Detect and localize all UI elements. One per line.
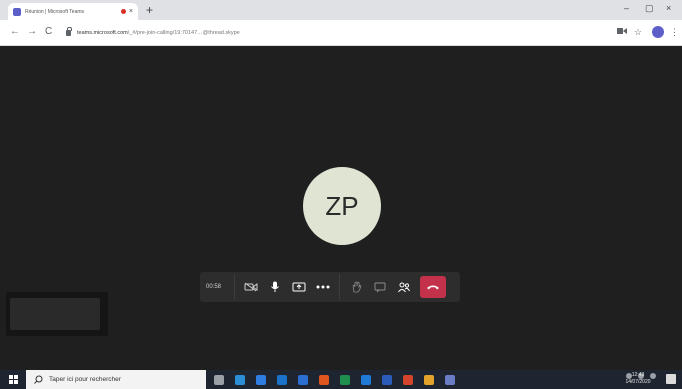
hang-up-icon <box>427 285 439 290</box>
powerpoint-icon[interactable] <box>403 374 413 385</box>
more-options-icon <box>316 285 330 289</box>
share-screen-icon <box>292 282 306 291</box>
participants-icon <box>398 282 410 292</box>
browser-tab-strip: Réunion | Microsoft Teams × + – ▢ × <box>0 0 682 20</box>
store-icon[interactable] <box>256 374 266 385</box>
bookmark-star-icon[interactable]: ☆ <box>634 26 642 38</box>
self-video-preview <box>6 292 108 336</box>
call-timer: 00:58 <box>206 284 222 290</box>
url-text: teams.microsoft.com/_#/pre-join-calling/… <box>77 30 240 36</box>
share-screen-button[interactable] <box>287 276 311 298</box>
divider <box>234 274 235 300</box>
tab-title: Réunion | Microsoft Teams <box>25 8 85 15</box>
avatar-initials: ZP <box>325 190 359 221</box>
microphone-icon <box>271 281 279 292</box>
outlook-icon[interactable] <box>361 374 371 385</box>
self-video-frame <box>10 298 100 330</box>
window-close-button[interactable]: × <box>666 3 671 13</box>
window-minimize-button[interactable]: – <box>624 3 629 13</box>
participants-button[interactable] <box>392 276 416 298</box>
windows-taskbar: Taper ici pour rechercher 12:43 14/07/20… <box>0 370 682 389</box>
more-options-button[interactable] <box>311 276 335 298</box>
raise-hand-button[interactable] <box>344 276 368 298</box>
new-tab-button[interactable]: + <box>146 2 153 18</box>
browser-menu-icon[interactable]: ⋮ <box>670 26 679 38</box>
call-controls-bar: 00:58 <box>200 272 460 302</box>
word-icon[interactable] <box>382 374 392 385</box>
address-bar[interactable]: teams.microsoft.com/_#/pre-join-calling/… <box>60 24 600 42</box>
browser-tab-teams[interactable]: Réunion | Microsoft Teams × <box>8 3 138 20</box>
excel-icon[interactable] <box>340 374 350 385</box>
browser-toolbar: ← → C teams.microsoft.com/_#/pre-join-ca… <box>0 20 682 46</box>
windows-logo-icon <box>8 375 18 384</box>
camera-permission-icon[interactable] <box>617 26 627 38</box>
tab-close-button[interactable]: × <box>129 8 133 15</box>
forward-button[interactable]: → <box>27 26 37 38</box>
edge-icon[interactable] <box>235 374 245 385</box>
camera-toggle-button[interactable] <box>239 276 263 298</box>
app-icon[interactable] <box>445 374 455 385</box>
search-icon <box>34 375 43 384</box>
divider <box>339 274 340 300</box>
taskbar-clock[interactable]: 12:43 14/07/2020 <box>618 372 658 386</box>
clock-date: 14/07/2020 <box>625 379 651 385</box>
video-off-icon <box>244 282 258 292</box>
lock-icon <box>66 27 72 36</box>
start-button[interactable] <box>0 375 26 384</box>
back-button[interactable]: ← <box>10 26 20 38</box>
taskbar-apps <box>214 374 455 385</box>
chat-button[interactable] <box>368 276 392 298</box>
chrome-icon[interactable] <box>424 374 434 385</box>
outlook-icon[interactable] <box>277 374 287 385</box>
raise-hand-icon <box>352 281 362 293</box>
profile-avatar[interactable] <box>652 26 664 38</box>
url-path: /_#/pre-join-calling/19:70147…@thread.sk… <box>127 30 240 36</box>
office-icon[interactable] <box>319 374 329 385</box>
chat-icon <box>374 282 386 292</box>
url-host: teams.microsoft.com <box>77 30 128 36</box>
meeting-stage: ZP 00:58 <box>0 46 682 370</box>
hang-up-button[interactable] <box>420 276 446 298</box>
reload-button[interactable]: C <box>45 26 52 38</box>
recording-dot-icon <box>120 9 126 14</box>
notification-center-icon[interactable] <box>666 374 676 384</box>
clock-time: 12:43 <box>631 372 645 378</box>
task-view-icon[interactable] <box>214 374 224 385</box>
microphone-toggle-button[interactable] <box>263 276 287 298</box>
participant-avatar: ZP <box>303 167 381 245</box>
mail-icon[interactable] <box>298 374 308 385</box>
teams-favicon-icon <box>13 7 21 16</box>
search-placeholder: Taper ici pour rechercher <box>49 376 121 383</box>
window-restore-button[interactable]: ▢ <box>645 3 654 14</box>
taskbar-search-box[interactable]: Taper ici pour rechercher <box>26 370 206 389</box>
